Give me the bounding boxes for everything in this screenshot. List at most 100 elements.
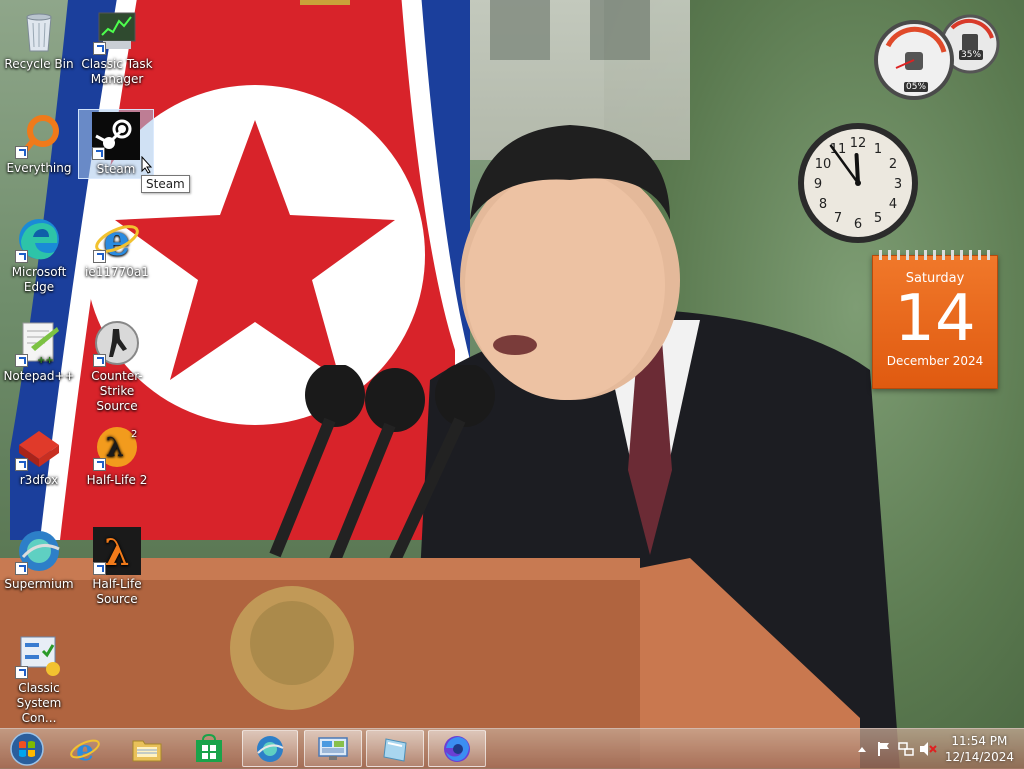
volume-button[interactable] bbox=[917, 740, 939, 758]
shortcut-arrow-icon bbox=[93, 354, 106, 367]
ram-usage-readout: 35% bbox=[959, 50, 984, 60]
taskbar-internet-explorer[interactable]: e bbox=[58, 730, 112, 767]
action-center-button[interactable] bbox=[873, 740, 895, 758]
desktop-icon-notepad-plus-plus[interactable]: ++ Notepad++ bbox=[1, 319, 77, 384]
desktop-icon-half-life-source[interactable]: λ Half-Life Source bbox=[79, 527, 155, 607]
svg-text:++: ++ bbox=[37, 355, 54, 366]
control-panel-icon bbox=[15, 631, 63, 679]
counter-strike-icon bbox=[93, 319, 141, 367]
task-manager-icon bbox=[93, 7, 141, 55]
svg-text:6: 6 bbox=[854, 217, 862, 232]
taskbar-file-explorer[interactable] bbox=[120, 730, 174, 767]
svg-text:4: 4 bbox=[889, 197, 897, 212]
firefox-icon bbox=[444, 735, 470, 762]
taskbar-time: 11:54 PM bbox=[951, 734, 1008, 748]
shortcut-arrow-icon bbox=[15, 562, 28, 575]
internet-explorer-icon: e bbox=[70, 734, 100, 765]
chevron-up-icon bbox=[857, 747, 866, 752]
desktop-icon-classic-system-control[interactable]: Classic System Con... bbox=[1, 631, 77, 726]
svg-text:7: 7 bbox=[834, 211, 842, 226]
svg-text:λ: λ bbox=[104, 532, 129, 574]
shortcut-arrow-icon bbox=[15, 146, 28, 159]
desktop-icon-label: Notepad++ bbox=[3, 369, 75, 383]
mouse-cursor-icon bbox=[141, 156, 153, 174]
taskbar-supermium[interactable] bbox=[242, 730, 298, 767]
notepad-plus-plus-icon: ++ bbox=[15, 319, 63, 367]
desktop-icon-counter-strike-source[interactable]: Counter-Strike Source bbox=[79, 319, 155, 414]
svg-text:1: 1 bbox=[874, 142, 882, 157]
shortcut-arrow-icon bbox=[93, 250, 106, 263]
desktop-icon-microsoft-edge[interactable]: Microsoft Edge bbox=[1, 215, 77, 295]
desktop-icon-label: Classic System Con... bbox=[16, 681, 62, 725]
desktop-icon-r3dfox[interactable]: r3dfox bbox=[1, 423, 77, 488]
desktop-icon-label: Recycle Bin bbox=[4, 57, 74, 71]
network-icon bbox=[898, 742, 914, 756]
desktop-icon-label: Microsoft Edge bbox=[11, 265, 67, 294]
svg-text:5: 5 bbox=[874, 211, 882, 226]
desktop-icon-label: Supermium bbox=[4, 577, 74, 591]
show-hidden-icons-button[interactable] bbox=[851, 740, 873, 758]
desktop-icon-label: Half-Life Source bbox=[92, 577, 142, 606]
desktop-icon-label: Classic Task Manager bbox=[81, 57, 153, 86]
calendar-gadget[interactable]: Saturday 14 December 2024 bbox=[872, 250, 998, 389]
cpu-usage-readout: 05% bbox=[904, 82, 929, 92]
desktop-icon-supermium[interactable]: Supermium bbox=[1, 527, 77, 592]
svg-text:3: 3 bbox=[894, 177, 902, 192]
analog-clock-face: 12 12 345 678 91011 bbox=[798, 123, 918, 243]
taskbar-store[interactable] bbox=[182, 730, 236, 767]
desktop-icon-label: Half-Life 2 bbox=[86, 473, 148, 487]
supermium-icon bbox=[15, 527, 63, 575]
shortcut-arrow-icon bbox=[15, 250, 28, 263]
start-orb-icon bbox=[10, 731, 44, 766]
start-button[interactable] bbox=[2, 730, 52, 767]
clock-hour-hand bbox=[854, 153, 860, 185]
desktop-icon-label: Steam bbox=[96, 162, 136, 176]
internet-explorer-icon: e bbox=[93, 215, 141, 265]
shortcut-arrow-icon bbox=[93, 42, 106, 55]
shortcut-arrow-icon bbox=[15, 354, 28, 367]
calendar-binding-rings bbox=[879, 250, 991, 260]
shortcut-arrow-icon bbox=[15, 458, 28, 471]
svg-text:2: 2 bbox=[131, 429, 137, 440]
recycle-bin-icon bbox=[15, 7, 63, 55]
desktop-icon-ie11770a1[interactable]: e ie11770a1 bbox=[79, 215, 155, 280]
supermium-icon bbox=[257, 735, 284, 762]
svg-text:8: 8 bbox=[819, 197, 827, 212]
cpu-meter-gadget[interactable]: 05% 35% bbox=[874, 8, 1000, 103]
desktop-icon-recycle-bin[interactable]: Recycle Bin bbox=[1, 7, 77, 72]
taskbar: e 11:54 PM 12/14/2024 bbox=[0, 728, 1024, 769]
desktop-icon-label: r3dfox bbox=[19, 473, 59, 487]
store-icon bbox=[196, 733, 222, 762]
edge-icon bbox=[15, 215, 63, 263]
svg-text:12: 12 bbox=[850, 136, 867, 151]
taskbar-firefox[interactable] bbox=[428, 730, 486, 767]
svg-text:λ: λ bbox=[106, 433, 124, 463]
taskbar-clock[interactable]: 11:54 PM 12/14/2024 bbox=[945, 733, 1014, 765]
remote-desktop-icon bbox=[318, 736, 348, 760]
everything-search-icon bbox=[15, 111, 63, 159]
volume-muted-icon bbox=[919, 742, 937, 756]
half-life-2-icon: λ2 bbox=[93, 423, 141, 471]
taskbar-date: 12/14/2024 bbox=[944, 750, 1014, 764]
system-tray: 11:54 PM 12/14/2024 bbox=[851, 729, 1024, 769]
taskbar-window-app[interactable] bbox=[366, 730, 424, 767]
file-explorer-icon bbox=[132, 740, 162, 761]
steam-tooltip: Steam bbox=[141, 175, 190, 193]
r3dfox-icon bbox=[15, 423, 63, 471]
half-life-source-icon: λ bbox=[93, 527, 141, 575]
desktop-icon-label: ie11770a1 bbox=[85, 265, 149, 279]
desktop-icon-label: Counter-Strike Source bbox=[91, 369, 143, 413]
desktop-icon-half-life-2[interactable]: λ2 Half-Life 2 bbox=[79, 423, 155, 488]
action-center-flag-icon bbox=[877, 742, 889, 756]
network-button[interactable] bbox=[895, 740, 917, 758]
desktop-icon-everything[interactable]: Everything bbox=[1, 111, 77, 176]
taskbar-remote-desktop[interactable] bbox=[304, 730, 362, 767]
shortcut-arrow-icon bbox=[93, 562, 106, 575]
desktop-icon-classic-task-manager[interactable]: Classic Task Manager bbox=[79, 7, 155, 87]
wallpaper-microphones bbox=[269, 365, 495, 563]
clock-gadget[interactable]: 12 1 2 345 678 9 10 11 bbox=[795, 120, 921, 246]
svg-text:9: 9 bbox=[814, 177, 822, 192]
shortcut-arrow-icon bbox=[93, 458, 106, 471]
steam-icon bbox=[92, 112, 140, 160]
svg-text:10: 10 bbox=[815, 157, 832, 172]
